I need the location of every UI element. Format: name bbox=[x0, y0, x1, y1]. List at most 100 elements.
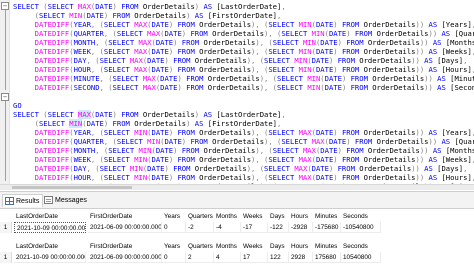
cell-hours[interactable]: 2928 bbox=[289, 252, 313, 263]
column-header[interactable]: Seconds bbox=[341, 211, 381, 222]
code-token: OrderDetails bbox=[363, 65, 416, 74]
column-header[interactable]: Seconds bbox=[341, 241, 381, 252]
cell-seconds[interactable]: -10540800 bbox=[341, 222, 381, 233]
code-line[interactable]: DATEDIFF(QUARTER, (SELECT MAX(DATE) FROM… bbox=[13, 29, 474, 38]
table-row[interactable]: 1 2021-10-09 00:00:00.000 2021-06-09 00:… bbox=[0, 252, 474, 263]
code-token: )) bbox=[415, 65, 429, 74]
code-token: ) bbox=[173, 146, 182, 155]
table-row[interactable]: 1 2021-10-09 00:00:00.000 2021-06-09 00:… bbox=[0, 222, 474, 233]
cell-months[interactable]: 4 bbox=[214, 252, 241, 263]
cell-hours[interactable]: -2928 bbox=[289, 222, 313, 233]
column-header[interactable]: Years bbox=[162, 211, 186, 222]
code-line[interactable]: (SELECT MIN(DATE) FROM OrderDetails) AS … bbox=[13, 119, 281, 128]
code-token: [Quarters] bbox=[454, 29, 474, 38]
code-token: FROM bbox=[186, 83, 208, 92]
code-token: [Hours] bbox=[441, 65, 472, 74]
column-header[interactable]: Weeks bbox=[241, 241, 268, 252]
scrollbar-thumb[interactable] bbox=[12, 186, 132, 189]
code-line[interactable]: SELECT (SELECT MAX(DATE) FROM OrderDetai… bbox=[13, 2, 286, 11]
column-header[interactable]: FirstOrderDate bbox=[88, 211, 162, 222]
cell-months[interactable]: -4 bbox=[214, 222, 241, 233]
column-header[interactable]: LastOrderDate bbox=[14, 241, 86, 252]
code-line[interactable]: DATEDIFF(MINUTE, (SELECT MAX(DATE) FROM … bbox=[13, 74, 474, 83]
query-editor[interactable]: − − SELECT (SELECT MAX(DATE) FROM OrderD… bbox=[0, 0, 474, 187]
code-line[interactable]: DATEDIFF(HOUR, (SELECT MAX(DATE) FROM Or… bbox=[13, 65, 474, 74]
column-header[interactable]: Hours bbox=[289, 211, 313, 222]
code-line[interactable]: (SELECT MIN(DATE) FROM OrderDetails) AS … bbox=[13, 11, 282, 20]
column-header[interactable]: Minutes bbox=[313, 241, 341, 252]
code-token: DATE bbox=[147, 164, 165, 173]
cell-days[interactable]: 122 bbox=[268, 252, 289, 263]
code-line[interactable]: DATEDIFF(QUARTER, (SELECT MIN(DATE) FROM… bbox=[13, 137, 474, 146]
code-line[interactable]: DATEDIFF(YEAR, (SELECT MAX(DATE) FROM Or… bbox=[13, 20, 474, 29]
code-token: DATEDIFF bbox=[34, 65, 70, 74]
code-token: FROM bbox=[177, 128, 200, 137]
column-header[interactable]: Days bbox=[268, 211, 289, 222]
column-header[interactable]: Minutes bbox=[313, 211, 341, 222]
tab-results[interactable]: Results bbox=[2, 194, 44, 207]
column-header[interactable]: Months bbox=[214, 211, 241, 222]
code-token: AS bbox=[437, 83, 451, 92]
cell-seconds[interactable]: 10540800 bbox=[341, 252, 381, 263]
code-token: FROM bbox=[173, 56, 195, 65]
code-token: DATE bbox=[151, 47, 169, 56]
cell-quarters[interactable]: 2 bbox=[186, 252, 214, 263]
code-line[interactable]: DATEDIFF(HOUR, (SELECT MIN(DATE) FROM Or… bbox=[13, 173, 474, 182]
code-token: WEEK bbox=[73, 155, 91, 164]
column-header[interactable]: Days bbox=[268, 241, 289, 252]
column-header[interactable]: LastOrderDate bbox=[14, 211, 86, 222]
cell-weeks[interactable]: 17 bbox=[241, 252, 268, 263]
code-line[interactable]: DATEDIFF(WEEK, (SELECT MAX(DATE) FROM Or… bbox=[13, 47, 474, 56]
column-header[interactable]: Years bbox=[162, 241, 186, 252]
code-line[interactable]: DATEDIFF(WEEK, (SELECT MIN(DATE) FROM Or… bbox=[13, 155, 474, 164]
column-header[interactable]: Quarters bbox=[186, 241, 214, 252]
cell-first-order-date[interactable]: 2021-06-09 00:00:00.000 bbox=[88, 222, 162, 233]
column-header[interactable]: Hours bbox=[289, 241, 313, 252]
cell-days[interactable]: -122 bbox=[268, 222, 289, 233]
cell-years[interactable]: 0 bbox=[162, 222, 186, 233]
cell-minutes[interactable]: -175680 bbox=[313, 222, 341, 233]
cell-first-order-date[interactable]: 2021-06-09 00:00:00.000 bbox=[88, 252, 162, 263]
code-token: SELECT bbox=[112, 74, 143, 83]
code-line[interactable]: SELECT (SELECT MAX(DATE) FROM OrderDetai… bbox=[13, 110, 286, 119]
code-token: ), ( bbox=[246, 164, 265, 173]
cell-last-order-date[interactable]: 2021-10-09 00:00:00.000 bbox=[14, 252, 86, 263]
code-token: MAX bbox=[298, 128, 312, 137]
column-header[interactable]: Quarters bbox=[186, 211, 214, 222]
row-number[interactable]: 1 bbox=[0, 222, 12, 233]
code-line[interactable]: DATEDIFF(DAY, (SELECT MAX(DATE) FROM Ord… bbox=[13, 56, 468, 65]
cell-last-order-date[interactable]: 2021-10-09 00:00:00.000 bbox=[14, 222, 86, 233]
code-token: , ( bbox=[90, 20, 104, 29]
code-token: , bbox=[463, 164, 468, 173]
code-line[interactable]: DATEDIFF(DAY, (SELECT MIN(DATE) FROM Ord… bbox=[13, 164, 468, 173]
code-token: ) bbox=[328, 164, 338, 173]
tab-messages[interactable]: Messages bbox=[42, 194, 90, 207]
editor-horizontal-scrollbar[interactable] bbox=[0, 184, 474, 190]
code-token: ), ( bbox=[251, 128, 269, 137]
cell-quarters[interactable]: -2 bbox=[186, 222, 214, 233]
column-header[interactable]: FirstOrderDate bbox=[88, 241, 162, 252]
code-line[interactable]: DATEDIFF(SECOND, (SELECT MAX(DATE) FROM … bbox=[13, 83, 474, 92]
code-line[interactable]: DATEDIFF(YEAR, (SELECT MIN(DATE) FROM Or… bbox=[13, 128, 474, 137]
column-header[interactable]: Months bbox=[214, 241, 241, 252]
code-line[interactable]: GO bbox=[13, 101, 22, 110]
code-line[interactable]: DATEDIFF(MONTH, (SELECT MAX(DATE) FROM O… bbox=[13, 38, 474, 47]
collapse-icon[interactable]: − bbox=[1, 93, 9, 101]
code-token: ), ( bbox=[246, 56, 265, 65]
code-token: , ( bbox=[99, 74, 113, 83]
code-token: DATEDIFF bbox=[34, 74, 70, 83]
code-token: FROM bbox=[177, 65, 200, 74]
fold-line bbox=[5, 101, 6, 181]
code-token: , ( bbox=[86, 56, 100, 65]
row-number[interactable]: 1 bbox=[0, 252, 12, 263]
cell-weeks[interactable]: -17 bbox=[241, 222, 268, 233]
code-token: FROM bbox=[177, 173, 200, 182]
column-header[interactable]: Weeks bbox=[241, 211, 268, 222]
cell-minutes[interactable]: 175680 bbox=[313, 252, 341, 263]
cell-years[interactable]: 0 bbox=[162, 252, 186, 263]
collapse-icon[interactable]: − bbox=[1, 2, 9, 10]
code-line[interactable]: DATEDIFF(MONTH, (SELECT MIN(DATE) FROM O… bbox=[13, 146, 474, 155]
code-token: SELECT bbox=[47, 110, 78, 119]
code-token: OrderDetails bbox=[359, 164, 412, 173]
